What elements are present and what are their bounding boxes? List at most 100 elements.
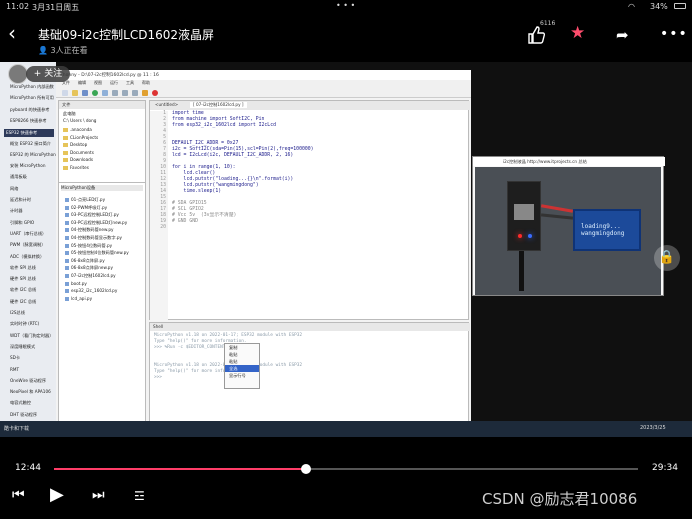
follow-button[interactable]: + 关注	[26, 66, 70, 82]
sidebar-item[interactable]: 电容式触控	[10, 400, 31, 406]
sidebar-item[interactable]: 实时时钟 (RTC)	[10, 321, 39, 327]
menu-item[interactable]: 帮助	[142, 80, 150, 85]
video-title: 基础09-i2c控制LCD1602液晶屏	[38, 28, 215, 42]
device-file-item[interactable]: 04-控制数码管显示数字.py	[65, 235, 122, 241]
folder-item[interactable]: CLionProjects	[63, 135, 98, 140]
context-menu-item[interactable]: 粘贴	[225, 358, 259, 365]
new-file-icon[interactable]	[62, 90, 68, 96]
sidebar-item[interactable]: SD卡	[10, 355, 20, 361]
sidebar-item[interactable]: RMT	[10, 367, 19, 372]
device-file-item[interactable]: esp32_i2c_1602lcd.py	[65, 288, 118, 294]
sidebar-item[interactable]: ESP32 快速参考	[4, 129, 54, 138]
sidebar-item[interactable]: MicroPython 内部函数	[10, 84, 54, 90]
total-time: 29:34	[652, 463, 678, 473]
sidebar-item[interactable]: 软件 SPI 总线	[10, 265, 36, 271]
device-file-item[interactable]: 04-控制数码管new.py	[65, 227, 114, 233]
context-menu-item[interactable]: 复制	[225, 344, 259, 351]
sidebar-item[interactable]: DHT 驱动程序	[10, 412, 37, 418]
file-icon	[65, 258, 69, 263]
sidebar-item[interactable]: 软件 I2C 总线	[10, 287, 36, 293]
sidebar-item[interactable]: 硬件 SPI 总线	[10, 276, 36, 282]
danmaku-icon[interactable]: ☲	[134, 489, 145, 503]
sidebar-item[interactable]: MicroPython 所有可用	[10, 95, 54, 101]
device-file-item[interactable]: 06-8x8点阵屏.py	[65, 258, 105, 264]
folder-item[interactable]: Documents	[63, 150, 94, 155]
menu-item[interactable]: 编辑	[78, 80, 86, 85]
more-icon[interactable]: •••	[660, 26, 688, 42]
tab-current-file[interactable]: [ 07-i2c控制1602lcd.py ]	[190, 102, 247, 108]
sidebar-item[interactable]: 安装 MicroPython	[10, 163, 46, 169]
sidebar-item[interactable]: ESP8266 快速参考	[10, 118, 47, 124]
sidebar-item[interactable]: NeoPixel 和 APA106	[10, 389, 51, 395]
favorite-icon[interactable]: ★	[570, 24, 585, 42]
shell-panel[interactable]: Shell MicroPython v1.18 on 2022-01-17; E…	[149, 322, 470, 423]
sidebar-item[interactable]: WDT（看门狗定时器）	[10, 333, 53, 339]
context-menu-item[interactable]: 显示行号	[225, 372, 259, 379]
sidebar-item[interactable]: pyboard 的快速参考	[10, 107, 50, 113]
context-menu-item[interactable]: 粘贴	[225, 351, 259, 358]
avatar[interactable]	[8, 64, 28, 84]
like-icon[interactable]	[526, 25, 546, 45]
device-file-item[interactable]: lcd_api.py	[65, 296, 92, 301]
sidebar-item[interactable]: OneWire 驱动程序	[10, 378, 46, 384]
sidebar-item[interactable]: 延迟和计时	[10, 197, 31, 203]
sidebar-item[interactable]: 通用板级	[10, 174, 27, 180]
sidebar-item[interactable]: 概览 ESP32 接口简介	[10, 141, 51, 147]
menu-item[interactable]: 工具	[126, 80, 134, 85]
menu-item[interactable]: 运行	[110, 80, 118, 85]
sidebar-item[interactable]: ADC（模拟转换）	[10, 254, 44, 260]
sidebar-item[interactable]: UART（串行总线）	[10, 231, 46, 237]
sidebar-item[interactable]: 硬件 I2C 总线	[10, 299, 36, 305]
folder-icon	[63, 135, 68, 140]
play-icon[interactable]: ▶	[50, 484, 64, 505]
device-file-item[interactable]: 03-PC远程控制LED灯.py	[65, 212, 119, 218]
code-text[interactable]: import time from machine import SoftI2C, …	[172, 111, 467, 321]
device-file-item[interactable]: 05-按钮4位数码管.py	[65, 243, 112, 249]
step-over-icon[interactable]	[112, 90, 118, 96]
back-button[interactable]: ‹	[8, 23, 28, 44]
file-label: esp32_i2c_1602lcd.py	[71, 288, 118, 294]
sidebar-item[interactable]: 计时器	[10, 208, 23, 214]
sidebar-item[interactable]: 引脚和 GPIO	[10, 220, 34, 226]
device-file-item[interactable]: 05-按钮控制4位数码管new.py	[65, 250, 129, 256]
device-file-item[interactable]: boot.py	[65, 281, 87, 286]
device-file-item[interactable]: 07-i2c控制1602lcd.py	[65, 273, 116, 279]
lock-icon[interactable]: 🔒	[654, 245, 680, 271]
menu-item[interactable]: 视图	[94, 80, 102, 85]
context-menu-item[interactable]: 全选	[225, 365, 259, 372]
share-icon[interactable]: ➦	[616, 26, 629, 44]
stop-icon[interactable]	[152, 90, 158, 96]
shell-output[interactable]: MicroPython v1.18 on 2022-01-17; ESP32 m…	[154, 333, 466, 423]
folder-item[interactable]: Favorites	[63, 165, 89, 170]
code-editor[interactable]: <untitled> [ 07-i2c控制1602lcd.py ] 123456…	[149, 100, 470, 321]
step-out-icon[interactable]	[132, 90, 138, 96]
file-label: 03-PC远程控制LED灯new.py	[71, 219, 128, 225]
run-icon[interactable]	[92, 90, 98, 96]
device-file-item[interactable]: 02-PWM呼吸灯.py	[65, 205, 107, 211]
dots-icon: • • •	[336, 1, 356, 10]
resume-icon[interactable]	[142, 90, 148, 96]
sidebar-item[interactable]: ESP32 的 MicroPython	[10, 152, 56, 158]
next-icon[interactable]: ⏭	[92, 487, 105, 503]
open-file-icon[interactable]	[72, 90, 78, 96]
debug-icon[interactable]	[102, 90, 108, 96]
device-file-item[interactable]: 01-点亮LED灯.py	[65, 197, 105, 203]
folder-item[interactable]: .anaconda	[63, 127, 92, 132]
sidebar-item[interactable]: 深度睡眠模式	[10, 344, 35, 350]
folder-icon	[63, 165, 68, 170]
previous-icon[interactable]: ⏮	[12, 487, 25, 503]
file-icon	[65, 213, 69, 218]
step-into-icon[interactable]	[122, 90, 128, 96]
local-label: 此电脑	[63, 111, 76, 116]
code-line[interactable]	[172, 225, 467, 231]
sidebar-item[interactable]: 网络	[10, 186, 18, 192]
folder-item[interactable]: Downloads	[63, 157, 93, 162]
device-file-item[interactable]: 03-PC远程控制LED灯new.py	[65, 220, 127, 226]
sidebar-item[interactable]: PWM（脉宽调制）	[10, 242, 45, 248]
folder-item[interactable]: Desktop	[63, 142, 87, 147]
progress-thumb[interactable]	[301, 464, 312, 474]
tab-untitled[interactable]: <untitled>	[152, 102, 181, 107]
save-icon[interactable]	[82, 90, 88, 96]
sidebar-item[interactable]: I2S总线	[10, 310, 25, 316]
device-file-item[interactable]: 06-8x8点阵屏new.py	[65, 265, 113, 271]
